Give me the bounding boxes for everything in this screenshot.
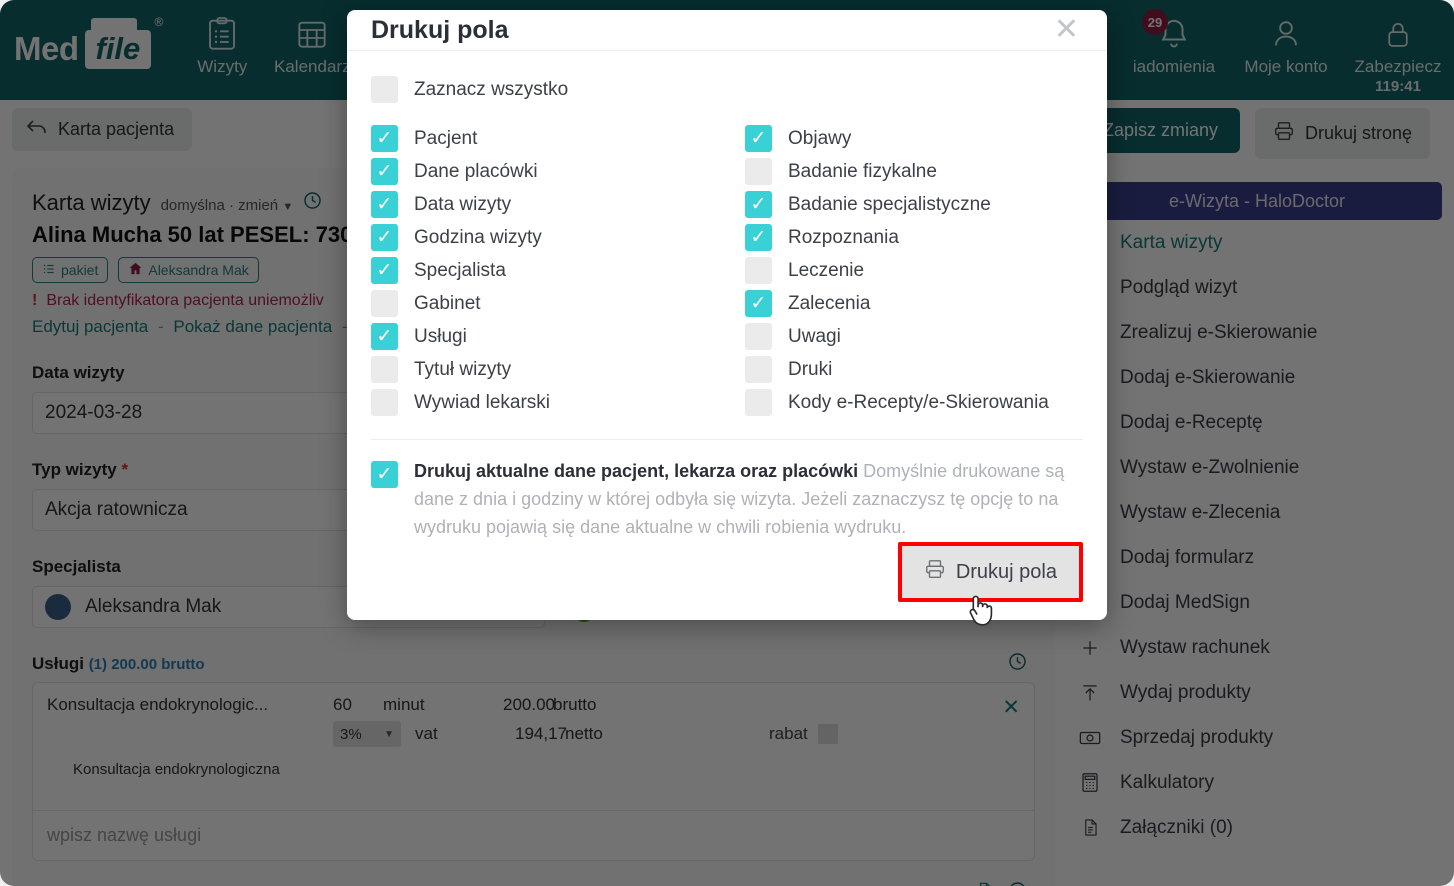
field-label-objawy: Objawy <box>788 127 852 149</box>
checkbox-wywiad-lekarski[interactable] <box>371 389 398 417</box>
field-row-badanie-fizykalne[interactable]: Badanie fizykalne <box>745 155 1083 188</box>
check-icon: ✓ <box>376 464 393 486</box>
field-row-leczenie[interactable]: Leczenie <box>745 254 1083 287</box>
field-label-wywiad-lekarski: Wywiad lekarski <box>414 391 551 413</box>
select-all-row[interactable]: Zaznacz wszystko <box>371 73 1083 106</box>
check-icon: ✓ <box>376 194 393 216</box>
field-row-dane-placowki[interactable]: ✓ Dane placówki <box>371 155 727 188</box>
field-label-pacjent: Pacjent <box>414 127 478 149</box>
checkbox-dane-placowki[interactable]: ✓ <box>371 158 398 186</box>
print-fields-modal: Drukuj pola ✕ Zaznacz wszystko ✓ Pacjent… <box>347 10 1107 626</box>
checkbox-uslugi[interactable]: ✓ <box>371 323 398 351</box>
checkbox-godzina-wizyty[interactable]: ✓ <box>371 224 398 252</box>
checkbox-current-data[interactable]: ✓ <box>371 461 398 489</box>
checkbox-pacjent[interactable]: ✓ <box>371 125 398 153</box>
fields-columns: ✓ Pacjent ✓ Dane placówki ✓ Data wizyty … <box>371 122 1083 419</box>
checkbox-tytul-wizyty[interactable] <box>371 356 398 384</box>
field-label-kody: Kody e-Recepty/e-Skierowania <box>788 391 1049 413</box>
current-data-option-row[interactable]: ✓ Drukuj aktualne dane pacjent, lekarza … <box>371 458 1083 542</box>
checkbox-badanie-specjalistyczne[interactable]: ✓ <box>745 191 772 219</box>
field-row-tytul-wizyty[interactable]: Tytuł wizyty <box>371 353 727 386</box>
field-row-wywiad-lekarski[interactable]: Wywiad lekarski <box>371 386 727 419</box>
select-all-label: Zaznacz wszystko <box>414 78 569 100</box>
fields-right-column: ✓ Objawy Badanie fizykalne ✓ Badanie spe… <box>727 122 1083 419</box>
checkbox-badanie-fizykalne[interactable] <box>745 158 772 186</box>
checkbox-rozpoznania[interactable]: ✓ <box>745 224 772 252</box>
field-label-rozpoznania: Rozpoznania <box>788 226 899 248</box>
select-all-checkbox[interactable] <box>371 76 398 104</box>
field-label-specjalista: Specjalista <box>414 259 506 281</box>
checkbox-druki[interactable] <box>745 356 772 384</box>
modal-body: Zaznacz wszystko ✓ Pacjent ✓ Dane placów… <box>347 51 1107 542</box>
field-row-badanie-specjalistyczne[interactable]: ✓ Badanie specjalistyczne <box>745 188 1083 221</box>
check-icon: ✓ <box>376 161 393 183</box>
field-label-badanie-specjalistyczne: Badanie specjalistyczne <box>788 193 991 215</box>
field-label-uslugi: Usługi <box>414 325 467 347</box>
field-row-rozpoznania[interactable]: ✓ Rozpoznania <box>745 221 1083 254</box>
field-row-objawy[interactable]: ✓ Objawy <box>745 122 1083 155</box>
check-icon: ✓ <box>376 128 393 150</box>
field-label-data-wizyty: Data wizyty <box>414 193 512 215</box>
modal-footer: Drukuj pola <box>347 542 1107 626</box>
current-data-text: Drukuj aktualne dane pacjent, lekarza or… <box>414 458 1083 542</box>
field-row-kody[interactable]: Kody e-Recepty/e-Skierowania <box>745 386 1083 419</box>
print-fields-button[interactable]: Drukuj pola <box>901 546 1079 598</box>
checkbox-specjalista[interactable]: ✓ <box>371 257 398 285</box>
close-icon[interactable]: ✕ <box>1054 15 1079 45</box>
checkbox-kody[interactable] <box>745 389 772 417</box>
field-row-zalecenia[interactable]: ✓ Zalecenia <box>745 287 1083 320</box>
current-data-bold-label: Drukuj aktualne dane pacjent, lekarza or… <box>414 461 859 482</box>
field-label-dane-placowki: Dane placówki <box>414 160 538 182</box>
check-icon: ✓ <box>376 227 393 249</box>
field-label-badanie-fizykalne: Badanie fizykalne <box>788 160 937 182</box>
field-row-druki[interactable]: Druki <box>745 353 1083 386</box>
print-fields-label: Drukuj pola <box>955 560 1057 583</box>
field-row-data-wizyty[interactable]: ✓ Data wizyty <box>371 188 727 221</box>
field-row-uwagi[interactable]: Uwagi <box>745 320 1083 353</box>
checkbox-objawy[interactable]: ✓ <box>745 125 772 153</box>
modal-header: Drukuj pola ✕ <box>347 10 1107 52</box>
field-label-druki: Druki <box>788 358 833 380</box>
checkbox-leczenie[interactable] <box>745 257 772 285</box>
printer-icon <box>924 558 946 586</box>
field-label-uwagi: Uwagi <box>788 325 841 347</box>
check-icon: ✓ <box>376 326 393 348</box>
checkbox-data-wizyty[interactable]: ✓ <box>371 191 398 219</box>
check-icon: ✓ <box>750 227 767 249</box>
field-row-gabinet[interactable]: Gabinet <box>371 287 727 320</box>
field-row-pacjent[interactable]: ✓ Pacjent <box>371 122 727 155</box>
checkbox-uwagi[interactable] <box>745 323 772 351</box>
field-row-specjalista[interactable]: ✓ Specjalista <box>371 254 727 287</box>
check-icon: ✓ <box>750 293 767 315</box>
field-row-uslugi[interactable]: ✓ Usługi <box>371 320 727 353</box>
field-label-tytul-wizyty: Tytuł wizyty <box>414 358 512 380</box>
field-label-godzina-wizyty: Godzina wizyty <box>414 226 542 248</box>
checkbox-gabinet[interactable] <box>371 290 398 318</box>
field-row-godzina-wizyty[interactable]: ✓ Godzina wizyty <box>371 221 727 254</box>
fields-left-column: ✓ Pacjent ✓ Dane placówki ✓ Data wizyty … <box>371 122 727 419</box>
field-label-leczenie: Leczenie <box>788 259 865 281</box>
field-label-zalecenia: Zalecenia <box>788 292 871 314</box>
checkbox-zalecenia[interactable]: ✓ <box>745 290 772 318</box>
modal-divider <box>371 439 1083 441</box>
print-fields-highlight-box: Drukuj pola <box>897 542 1083 626</box>
modal-title: Drukuj pola <box>371 15 509 44</box>
field-label-gabinet: Gabinet <box>414 292 481 314</box>
check-icon: ✓ <box>750 128 767 150</box>
app-root: Med file ® <box>0 0 1454 886</box>
check-icon: ✓ <box>376 260 393 282</box>
check-icon: ✓ <box>750 194 767 216</box>
